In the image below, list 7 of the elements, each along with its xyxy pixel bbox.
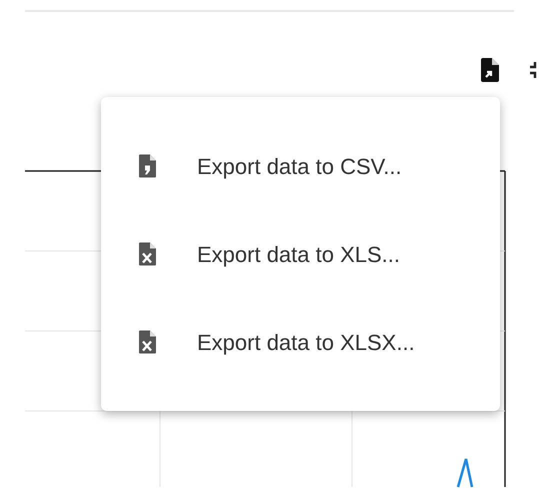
menu-item[interactable]: Export data to CSV... [101, 122, 500, 210]
menu-item[interactable]: Export data to XLS... [101, 210, 500, 298]
csv-file-icon [137, 153, 157, 179]
menu-item[interactable]: Export data to XLSX... [101, 298, 500, 386]
excel-file-icon [137, 329, 157, 355]
excel-file-icon [137, 241, 157, 267]
file-export-icon[interactable] [481, 58, 499, 82]
